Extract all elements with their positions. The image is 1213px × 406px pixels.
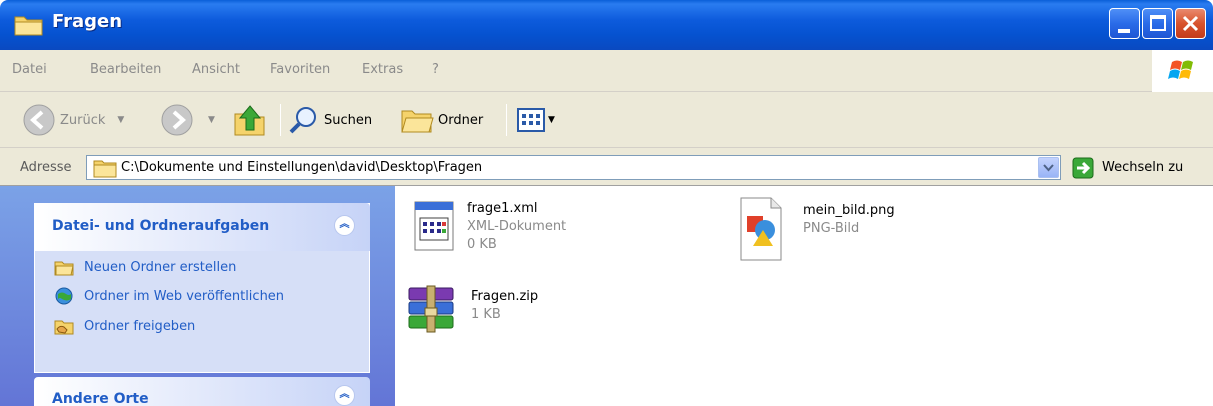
task-label: Neuen Ordner erstellen <box>84 259 237 275</box>
menu-bar: Datei Bearbeiten Ansicht Favoriten Extra… <box>0 50 1213 92</box>
forward-button[interactable]: ▼ <box>160 92 215 148</box>
collapse-up-icon[interactable]: ︽ <box>334 215 355 236</box>
address-input[interactable]: C:\Dokumente und Einstellungen\david\Des… <box>86 155 1061 180</box>
web-publish-icon <box>55 287 73 305</box>
task-share-folder[interactable]: Ordner freigeben <box>54 317 195 335</box>
window-title: Fragen <box>52 11 123 32</box>
task-publish-web[interactable]: Ordner im Web veröffentlichen <box>54 287 284 305</box>
menu-extras[interactable]: Extras <box>362 62 403 77</box>
share-folder-icon <box>54 320 74 335</box>
address-label: Adresse <box>20 160 72 175</box>
file-tasks-header[interactable]: Datei- und Ordneraufgaben ︽ <box>34 203 370 251</box>
address-path: C:\Dokumente und Einstellungen\david\Des… <box>121 160 483 175</box>
file-tasks-title: Datei- und Ordneraufgaben <box>52 218 270 234</box>
task-new-folder[interactable]: Neuen Ordner erstellen <box>54 258 236 276</box>
back-label: Zurück <box>60 112 106 128</box>
address-bar: Adresse C:\Dokumente und Einstellungen\d… <box>0 148 1213 186</box>
new-folder-icon <box>54 261 74 276</box>
folder-icon <box>93 160 117 178</box>
up-folder-icon <box>234 105 265 136</box>
windows-flag-icon <box>1168 60 1193 79</box>
folder-icon <box>14 16 43 36</box>
search-label: Suchen <box>324 112 373 128</box>
file-type: XML-Dokument <box>467 219 567 234</box>
task-pane: Datei- und Ordneraufgaben ︽ Neuen Ordner… <box>0 186 395 406</box>
file-list: frage1.xml XML-Dokument 0 KB mein_bild.p… <box>395 186 1213 406</box>
file-name: Fragen.zip <box>471 289 539 304</box>
task-label: Ordner freigeben <box>84 318 196 334</box>
maximize-button[interactable] <box>1142 8 1173 39</box>
title-bar[interactable]: Fragen <box>0 0 1213 50</box>
file-size: 0 KB <box>467 237 497 252</box>
views-icon <box>517 108 545 132</box>
views-button[interactable]: ▼ <box>516 92 555 148</box>
other-places-title: Andere Orte <box>52 391 149 406</box>
chevron-down-icon <box>1043 164 1054 172</box>
address-dropdown-button[interactable] <box>1038 157 1059 178</box>
other-places-header[interactable]: Andere Orte ︽ <box>34 377 370 406</box>
task-label: Ordner im Web veröffentlichen <box>84 288 285 304</box>
file-size: 1 KB <box>471 307 501 322</box>
zip-archive-icon <box>408 285 454 333</box>
search-button[interactable]: Suchen <box>288 92 372 148</box>
menu-favoriten[interactable]: Favoriten <box>270 62 330 77</box>
file-item-fragen-zip[interactable]: Fragen.zip 1 KB <box>405 282 538 338</box>
forward-dropdown-icon[interactable]: ▼ <box>208 115 215 125</box>
menu-datei[interactable]: Datei <box>12 62 47 77</box>
collapse-up-icon[interactable]: ︽ <box>334 385 355 406</box>
file-item-frage1[interactable]: frage1.xml XML-Dokument 0 KB <box>411 200 566 254</box>
search-icon <box>289 107 316 134</box>
file-name: mein_bild.png <box>803 203 895 218</box>
go-label: Wechseln zu <box>1102 160 1184 175</box>
back-arrow-icon <box>23 104 55 136</box>
menu-ansicht[interactable]: Ansicht <box>192 62 240 77</box>
back-button[interactable]: Zurück ▼ <box>22 92 124 148</box>
close-button[interactable] <box>1175 8 1206 39</box>
xml-file-icon <box>414 201 454 251</box>
menu-bearbeiten[interactable]: Bearbeiten <box>90 62 161 77</box>
toolbar: Zurück ▼ ▼ Suchen Ordner ▼ <box>0 92 1213 148</box>
back-dropdown-icon[interactable]: ▼ <box>117 115 124 125</box>
folders-label: Ordner <box>438 112 484 128</box>
views-dropdown-icon: ▼ <box>548 115 555 125</box>
go-arrow-icon <box>1072 157 1094 178</box>
forward-arrow-icon <box>161 104 193 136</box>
file-item-mein-bild[interactable]: mein_bild.png PNG-Bild <box>737 196 895 262</box>
minimize-button[interactable] <box>1109 8 1140 39</box>
windows-logo <box>1152 50 1213 92</box>
menu-help[interactable]: ? <box>432 62 439 77</box>
file-name: frage1.xml <box>467 201 538 216</box>
close-icon <box>1182 15 1199 32</box>
go-button[interactable]: Wechseln zu <box>1072 155 1183 180</box>
folders-button[interactable]: Ordner <box>400 92 483 148</box>
folders-icon <box>401 110 434 133</box>
up-folder-button[interactable] <box>232 92 268 148</box>
png-file-icon <box>740 197 782 261</box>
file-type: PNG-Bild <box>803 221 860 236</box>
